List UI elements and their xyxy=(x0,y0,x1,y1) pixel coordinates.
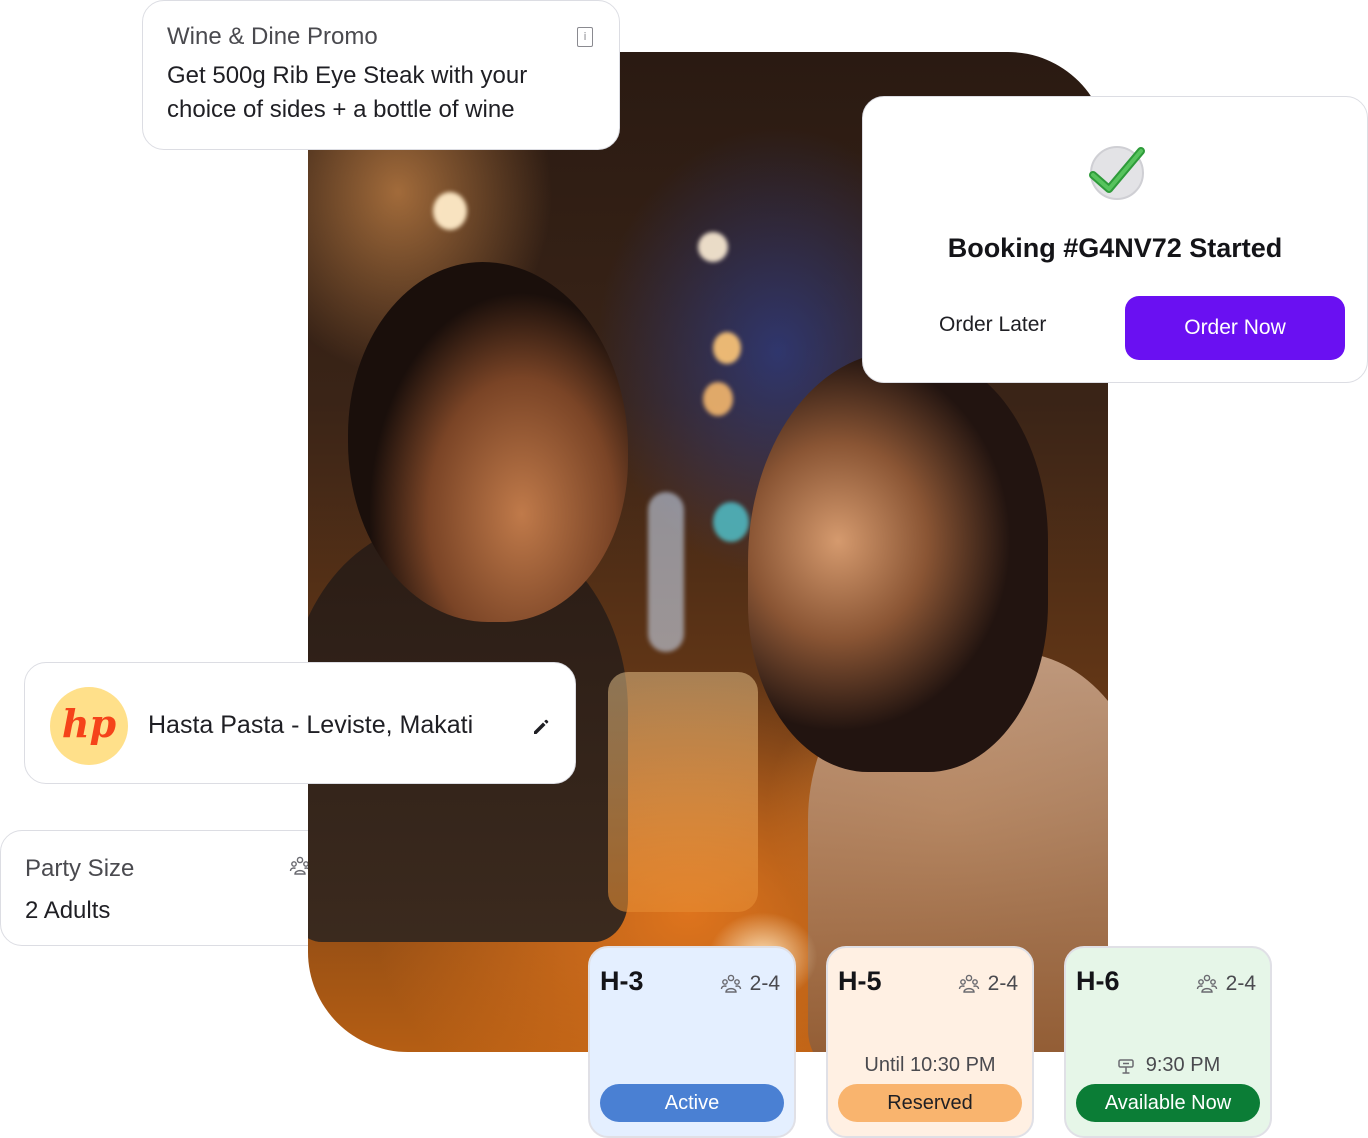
table-name: H-6 xyxy=(1076,966,1120,996)
promo-body: Get 500g Rib Eye Steak with your choice … xyxy=(167,62,528,123)
status-badge: Active xyxy=(600,1084,784,1122)
booking-confirmation-card: Booking #G4NV72 Started Order Later Orde… xyxy=(862,96,1368,383)
bokeh-light xyxy=(648,492,684,652)
table-capacity-value: 2-4 xyxy=(1225,972,1256,995)
wine-glass xyxy=(608,672,758,912)
person-left-head xyxy=(348,262,628,622)
booking-heading: Booking #G4NV72 Started xyxy=(947,233,1283,263)
status-badge: Reserved xyxy=(838,1084,1022,1122)
status-badge: Available Now xyxy=(1076,1084,1260,1122)
check-icon xyxy=(1089,146,1145,200)
table-time: 9:30 PM xyxy=(1066,1054,1270,1077)
table-name: H-3 xyxy=(600,966,644,996)
party-size-value: 2 Adults xyxy=(25,897,111,924)
bokeh-light xyxy=(713,502,749,542)
table-name: H-5 xyxy=(838,966,882,996)
party-size-label: Party Size xyxy=(25,855,135,882)
bokeh-light xyxy=(703,382,733,416)
table-card-h6[interactable]: H-6 2-4 9:30 PM Available Now xyxy=(1064,946,1272,1138)
people-icon xyxy=(720,974,741,993)
table-card-h3[interactable]: H-3 2-4 Active xyxy=(588,946,796,1138)
promo-title: Wine & Dine Promo xyxy=(167,23,378,50)
table-icon xyxy=(1118,1058,1134,1074)
table-time-value: Until 10:30 PM xyxy=(864,1054,996,1076)
table-capacity: 2-4 xyxy=(958,972,1018,996)
info-icon[interactable]: i xyxy=(577,27,593,47)
table-capacity: 2-4 xyxy=(720,972,780,996)
table-card-h5[interactable]: H-5 2-4 Until 10:30 PM Reserved xyxy=(826,946,1034,1138)
bokeh-light xyxy=(433,192,467,230)
bokeh-light xyxy=(713,332,741,364)
restaurant-card[interactable]: hp Hasta Pasta - Leviste, Makati xyxy=(24,662,576,784)
table-capacity-value: 2-4 xyxy=(987,972,1018,995)
party-size-card[interactable]: Party Size 2 Adults xyxy=(0,830,330,946)
people-icon xyxy=(1196,974,1217,993)
table-time-value: 9:30 PM xyxy=(1145,1054,1221,1076)
table-capacity: 2-4 xyxy=(1196,972,1256,996)
restaurant-name: Hasta Pasta - Leviste, Makati xyxy=(148,711,474,739)
restaurant-logo: hp xyxy=(50,687,128,765)
person-right-head xyxy=(748,352,1048,772)
order-later-button[interactable]: Order Later xyxy=(939,313,1046,337)
table-time: Until 10:30 PM xyxy=(828,1054,1032,1077)
promo-card[interactable]: Wine & Dine Promo Get 500g Rib Eye Steak… xyxy=(142,0,620,150)
table-capacity-value: 2-4 xyxy=(749,972,780,995)
order-now-button[interactable]: Order Now xyxy=(1125,296,1345,360)
bokeh-light xyxy=(698,232,728,262)
edit-icon[interactable] xyxy=(531,717,551,737)
people-icon xyxy=(958,974,979,993)
